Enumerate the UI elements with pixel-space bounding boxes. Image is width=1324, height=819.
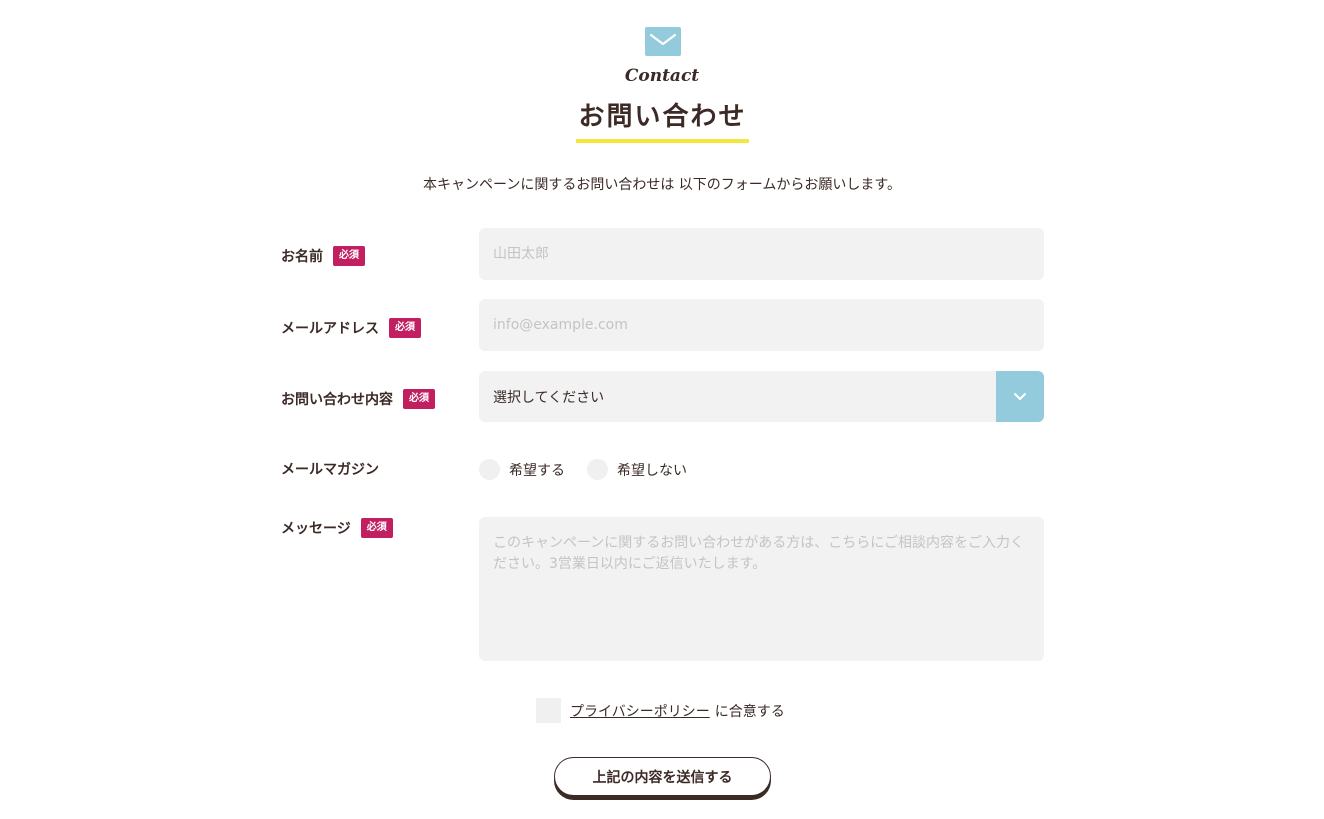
radio-button[interactable] bbox=[479, 459, 500, 480]
chevron-down-icon bbox=[1014, 393, 1026, 400]
contact-heading-en: Contact bbox=[624, 66, 700, 86]
select-dropdown-button[interactable] bbox=[996, 371, 1044, 422]
required-badge: 必須 bbox=[403, 389, 435, 409]
inquiry-label-text: お問い合わせ内容 bbox=[281, 392, 393, 408]
radio-label: 希望する bbox=[509, 462, 565, 479]
message-label: メッセージ 必須 bbox=[281, 518, 393, 538]
required-badge: 必須 bbox=[333, 246, 365, 266]
radio-label: 希望しない bbox=[617, 462, 687, 479]
required-badge: 必須 bbox=[360, 518, 393, 538]
email-field[interactable] bbox=[479, 299, 1044, 351]
message-placeholder: このキャンペーンに関するお問い合わせがある方は、こちらにご相談内容をご入力くださ… bbox=[493, 535, 1025, 572]
page-title: お問い合わせ bbox=[578, 102, 747, 132]
newsletter-option-no[interactable]: 希望しない bbox=[587, 459, 687, 480]
message-label-text: メッセージ bbox=[281, 521, 351, 537]
newsletter-label: メールマガジン bbox=[281, 459, 379, 479]
radio-button[interactable] bbox=[587, 459, 608, 480]
name-label: お名前 必須 bbox=[281, 246, 365, 266]
inquiry-select[interactable]: 選択してください bbox=[479, 371, 1044, 422]
newsletter-radio-group: 希望する 希望しない bbox=[479, 459, 709, 480]
mail-icon bbox=[645, 27, 681, 56]
inquiry-selected-value: 選択してください bbox=[493, 389, 605, 406]
privacy-checkbox[interactable] bbox=[536, 698, 561, 723]
inquiry-label: お問い合わせ内容 必須 bbox=[281, 389, 435, 409]
name-field[interactable] bbox=[479, 228, 1044, 280]
name-label-text: お名前 bbox=[281, 249, 323, 265]
message-textarea[interactable]: このキャンペーンに関するお問い合わせがある方は、こちらにご相談内容をご入力くださ… bbox=[479, 517, 1044, 661]
email-label: メールアドレス 必須 bbox=[281, 318, 421, 338]
title-underline bbox=[576, 139, 749, 143]
privacy-policy-link[interactable]: プライバシーポリシー bbox=[570, 701, 710, 721]
newsletter-option-yes[interactable]: 希望する bbox=[479, 459, 565, 480]
email-label-text: メールアドレス bbox=[281, 321, 379, 337]
email-input[interactable] bbox=[493, 317, 1044, 333]
lead-text: 本キャンペーンに関するお問い合わせは 以下のフォームからお願いします。 bbox=[423, 177, 901, 193]
submit-button[interactable]: 上記の内容を送信する bbox=[554, 757, 771, 796]
name-input[interactable] bbox=[493, 246, 1044, 262]
newsletter-label-text: メールマガジン bbox=[281, 462, 379, 478]
privacy-consent: プライバシーポリシー に合意する bbox=[536, 698, 785, 723]
required-badge: 必須 bbox=[389, 318, 421, 338]
privacy-consent-text: に合意する bbox=[714, 703, 785, 720]
